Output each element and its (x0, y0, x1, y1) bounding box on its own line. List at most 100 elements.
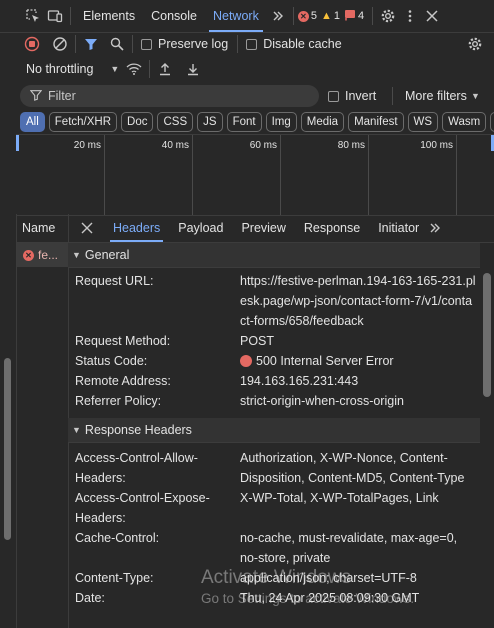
filter-chip-o[interactable]: O (490, 112, 494, 132)
throttling-toolbar: No throttling ▼ (0, 58, 494, 80)
separator (392, 87, 393, 105)
response-headers-section-header[interactable]: ▼ Response Headers (68, 418, 480, 443)
general-section: Request URL: https://festive-perlman.194… (68, 268, 480, 411)
filter-chip-css[interactable]: CSS (157, 112, 194, 132)
date-label: Date: (75, 591, 105, 605)
requests-scrollbar[interactable] (4, 358, 11, 540)
access-control-allow-headers-value: Authorization, X-WP-Nonce, Content-Dispo… (240, 451, 465, 485)
tab-response[interactable]: Response (295, 214, 369, 242)
filter-chip-js[interactable]: JS (197, 112, 223, 132)
filter-placeholder: Filter (48, 89, 76, 103)
timeline-gridline (104, 135, 105, 215)
tab-elements[interactable]: Elements (75, 0, 143, 32)
more-tabs-chevron-icon[interactable] (267, 5, 289, 27)
close-details-icon[interactable] (76, 217, 98, 239)
separator (237, 35, 239, 53)
request-url-value: https://festive-perlman.194-163-165-231.… (240, 274, 476, 328)
header-row: Content-Type: application/json; charset=… (68, 568, 480, 588)
request-name: fe... (38, 248, 59, 262)
search-icon[interactable] (106, 33, 128, 55)
filter-chip-wasm[interactable]: Wasm (442, 112, 487, 132)
network-conditions-wifi-icon[interactable] (123, 58, 145, 80)
headers-content: ▼ General Request URL: https://festive-p… (68, 243, 480, 628)
tab-preview[interactable]: Preview (232, 214, 294, 242)
cache-control-value: no-cache, must-revalidate, max-age=0, no… (240, 531, 458, 565)
issues-counter[interactable]: 4 (344, 9, 364, 24)
warnings-count: 1 (333, 10, 340, 22)
settings-gear-icon[interactable] (377, 5, 399, 27)
filter-chip-doc[interactable]: Doc (121, 112, 154, 132)
disable-cache-label: Disable cache (263, 37, 342, 51)
separator (70, 7, 71, 25)
inspect-element-icon[interactable] (22, 5, 44, 27)
request-url-label: Request URL: (75, 274, 154, 288)
request-row[interactable]: ✕ fe... (17, 243, 68, 267)
issues-flag-icon (344, 9, 356, 24)
errors-counter[interactable]: ✕ 5 (297, 10, 317, 22)
more-options-icon[interactable] (399, 5, 421, 27)
details-scrollbar-thumb[interactable] (483, 273, 491, 397)
timeline-tick-label: 60 ms (249, 140, 277, 151)
filter-chip-ws[interactable]: WS (407, 112, 439, 132)
timeline-gridline (456, 135, 457, 215)
stop-recording-icon[interactable] (21, 33, 43, 55)
timeline-start-handle[interactable] (16, 135, 19, 151)
warnings-counter[interactable]: ▲ 1 (321, 10, 340, 22)
error-icon: ✕ (23, 249, 34, 261)
tab-headers[interactable]: Headers (104, 214, 169, 242)
tab-console[interactable]: Console (143, 0, 205, 32)
network-overview-timeline[interactable]: 20 ms 40 ms 60 ms 80 ms 100 ms (16, 134, 494, 216)
access-control-expose-headers-value: X-WP-Total, X-WP-TotalPages, Link (240, 491, 439, 505)
status-code-label: Status Code: (75, 354, 148, 368)
referrer-policy-label: Referrer Policy: (75, 394, 162, 408)
tab-network[interactable]: Network (205, 0, 267, 32)
export-har-download-icon[interactable] (182, 58, 204, 80)
name-column-header[interactable]: Name (17, 214, 68, 243)
referrer-policy-value: strict-origin-when-cross-origin (240, 394, 404, 408)
timeline-tick-label: 40 ms (161, 140, 189, 151)
header-row: Date: Thu, 24 Apr 2025 08:09:30 GMT (68, 588, 480, 608)
filter-chip-img[interactable]: Img (265, 112, 297, 132)
response-headers-section: Access-Control-Allow-Headers: Authorizat… (68, 443, 480, 608)
close-devtools-icon[interactable] (421, 5, 443, 27)
network-settings-gear-icon[interactable] (464, 33, 486, 55)
status-code-value-cell: 500 Internal Server Error (240, 351, 480, 371)
tab-initiator[interactable]: Initiator (369, 214, 428, 242)
tab-payload[interactable]: Payload (169, 214, 232, 242)
timeline-tick-label: 80 ms (337, 140, 365, 151)
request-method-label: Request Method: (75, 334, 171, 348)
details-scrollbar-track (480, 243, 494, 628)
filter-chip-font[interactable]: Font (226, 112, 262, 132)
content-type-label: Content-Type: (75, 571, 154, 585)
filter-chip-manifest[interactable]: Manifest (348, 112, 404, 132)
header-row: Access-Control-Allow-Headers: Authorizat… (68, 448, 480, 488)
general-title: General (84, 248, 130, 262)
separator (132, 35, 133, 53)
filter-row: Filter Invert More filters ▼ (0, 85, 494, 107)
throttling-select[interactable]: No throttling (0, 62, 93, 76)
device-toolbar-icon[interactable] (44, 5, 66, 27)
filter-chip-media[interactable]: Media (300, 112, 345, 132)
left-edge (0, 214, 16, 628)
import-har-upload-icon[interactable] (154, 58, 176, 80)
timeline-tick-label: 100 ms (420, 140, 453, 151)
timeline-gridline (192, 135, 193, 215)
filter-input[interactable]: Filter (20, 85, 319, 107)
status-code-value: 500 Internal Server Error (256, 354, 394, 368)
disable-cache-checkbox[interactable] (246, 38, 258, 50)
clear-icon[interactable] (49, 33, 71, 55)
request-url-row: Request URL: https://festive-perlman.194… (68, 271, 480, 331)
access-control-expose-headers-label: Access-Control-Expose-Headers: (75, 491, 210, 525)
remote-address-value: 194.163.165.231:443 (240, 374, 359, 388)
preserve-log-checkbox[interactable] (141, 38, 152, 50)
general-section-header[interactable]: ▼ General (68, 243, 480, 268)
timeline-gridline (368, 135, 369, 215)
invert-checkbox[interactable] (328, 90, 339, 102)
filter-funnel-icon[interactable] (80, 33, 102, 55)
filter-chip-fetch-xhr[interactable]: Fetch/XHR (48, 112, 118, 132)
separator (292, 7, 294, 25)
referrer-policy-row: Referrer Policy: strict-origin-when-cros… (68, 391, 480, 411)
more-filters-dropdown[interactable]: More filters (405, 89, 467, 103)
filter-chip-all[interactable]: All (20, 112, 45, 132)
header-row: Cache-Control: no-cache, must-revalidate… (68, 528, 480, 568)
